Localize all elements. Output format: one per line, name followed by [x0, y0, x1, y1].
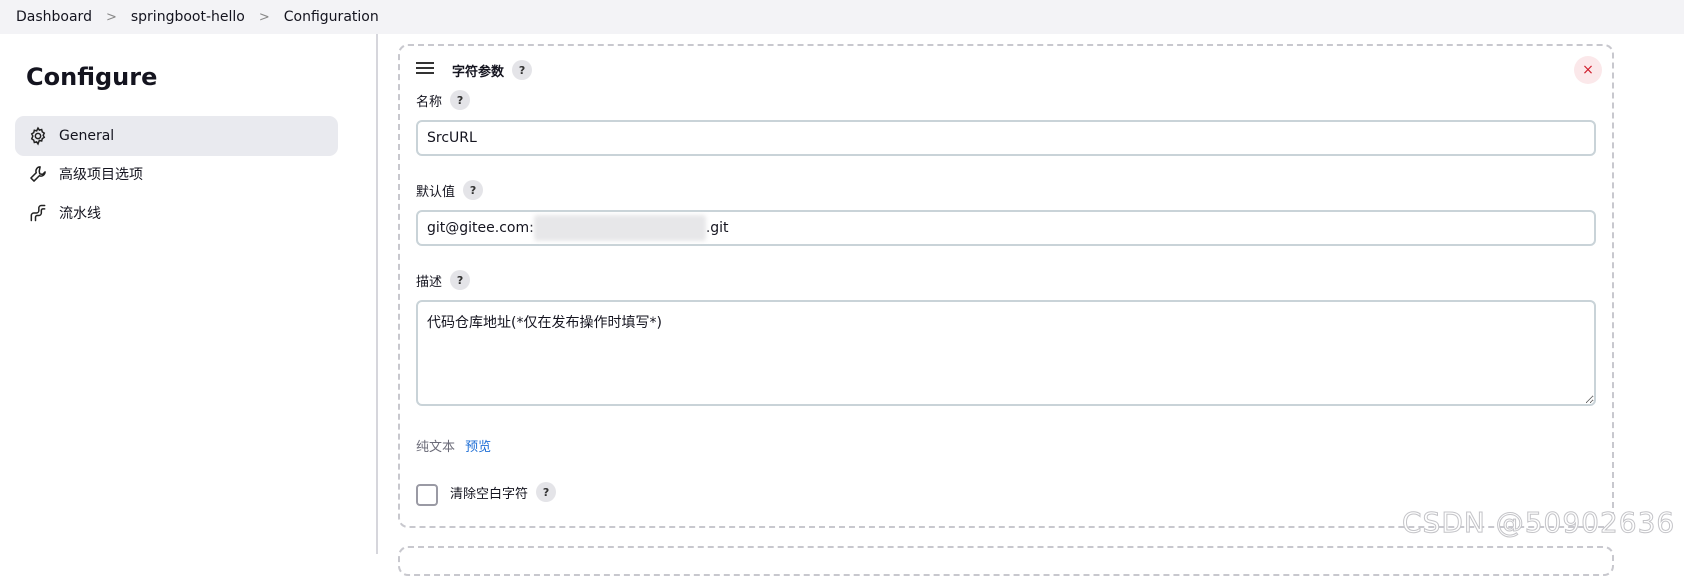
help-icon[interactable]: ? — [463, 180, 484, 200]
name-label: 名称 — [416, 94, 443, 110]
sidebar-item-label: 高级项目选项 — [59, 167, 143, 183]
close-button[interactable]: × — [1574, 56, 1602, 84]
help-icon[interactable]: ? — [512, 60, 533, 80]
description-label-row: 描述 ? — [416, 270, 471, 290]
wrench-icon — [27, 163, 49, 185]
card-title-text: 字符参数 — [452, 64, 505, 80]
sidebar-item-pipeline[interactable]: 流水线 — [15, 193, 338, 233]
plain-text-label: 纯文本 — [416, 440, 456, 455]
default-value-suffix: .git — [705, 220, 729, 236]
page-title: Configure — [26, 63, 158, 91]
name-input[interactable]: SrcURL — [416, 120, 1596, 156]
format-links: 纯文本 预览 — [416, 436, 491, 455]
help-icon[interactable]: ? — [536, 482, 557, 502]
pipeline-icon — [27, 202, 49, 224]
breadcrumb-dashboard[interactable]: Dashboard — [16, 9, 92, 25]
breadcrumb-configuration[interactable]: Configuration — [284, 9, 379, 25]
sidebar-item-advanced[interactable]: 高级项目选项 — [15, 154, 338, 194]
redacted-blur — [533, 215, 706, 241]
description-textarea[interactable] — [416, 300, 1596, 406]
sidebar: Configure General 高级项目选项 流水线 — [0, 34, 376, 554]
default-value-prefix: git@gitee.com: — [427, 220, 534, 236]
watermark: CSDN @50902636 — [1401, 506, 1676, 540]
breadcrumb-separator: > — [105, 9, 117, 25]
sidebar-divider — [376, 34, 378, 554]
drag-handle-icon[interactable] — [416, 62, 434, 76]
card-title: 字符参数 ? — [452, 60, 533, 80]
sidebar-item-general[interactable]: General — [15, 116, 338, 156]
trim-label-row: 清除空白字符 ? — [450, 482, 557, 502]
trim-checkbox[interactable] — [416, 484, 438, 506]
description-label: 描述 — [416, 274, 443, 290]
help-icon[interactable]: ? — [450, 270, 471, 290]
sidebar-item-label: 流水线 — [59, 206, 101, 222]
breadcrumb-separator: > — [258, 9, 270, 25]
gear-icon — [27, 125, 49, 147]
trim-label[interactable]: 清除空白字符 — [450, 483, 528, 502]
name-label-row: 名称 ? — [416, 90, 471, 110]
breadcrumb-project[interactable]: springboot-hello — [131, 9, 245, 25]
default-value-input[interactable]: git@gitee.com: .git — [416, 210, 1596, 246]
help-icon[interactable]: ? — [450, 90, 471, 110]
default-label: 默认值 — [416, 184, 456, 200]
default-label-row: 默认值 ? — [416, 180, 484, 200]
preview-link[interactable]: 预览 — [465, 440, 491, 455]
next-parameter-card — [398, 546, 1614, 576]
breadcrumb: Dashboard > springboot-hello > Configura… — [0, 0, 1684, 34]
sidebar-item-label: General — [59, 128, 115, 144]
name-value: SrcURL — [427, 130, 477, 146]
string-parameter-card: 字符参数 ? × 名称 ? SrcURL 默认值 ? git@gitee.com… — [398, 44, 1614, 528]
